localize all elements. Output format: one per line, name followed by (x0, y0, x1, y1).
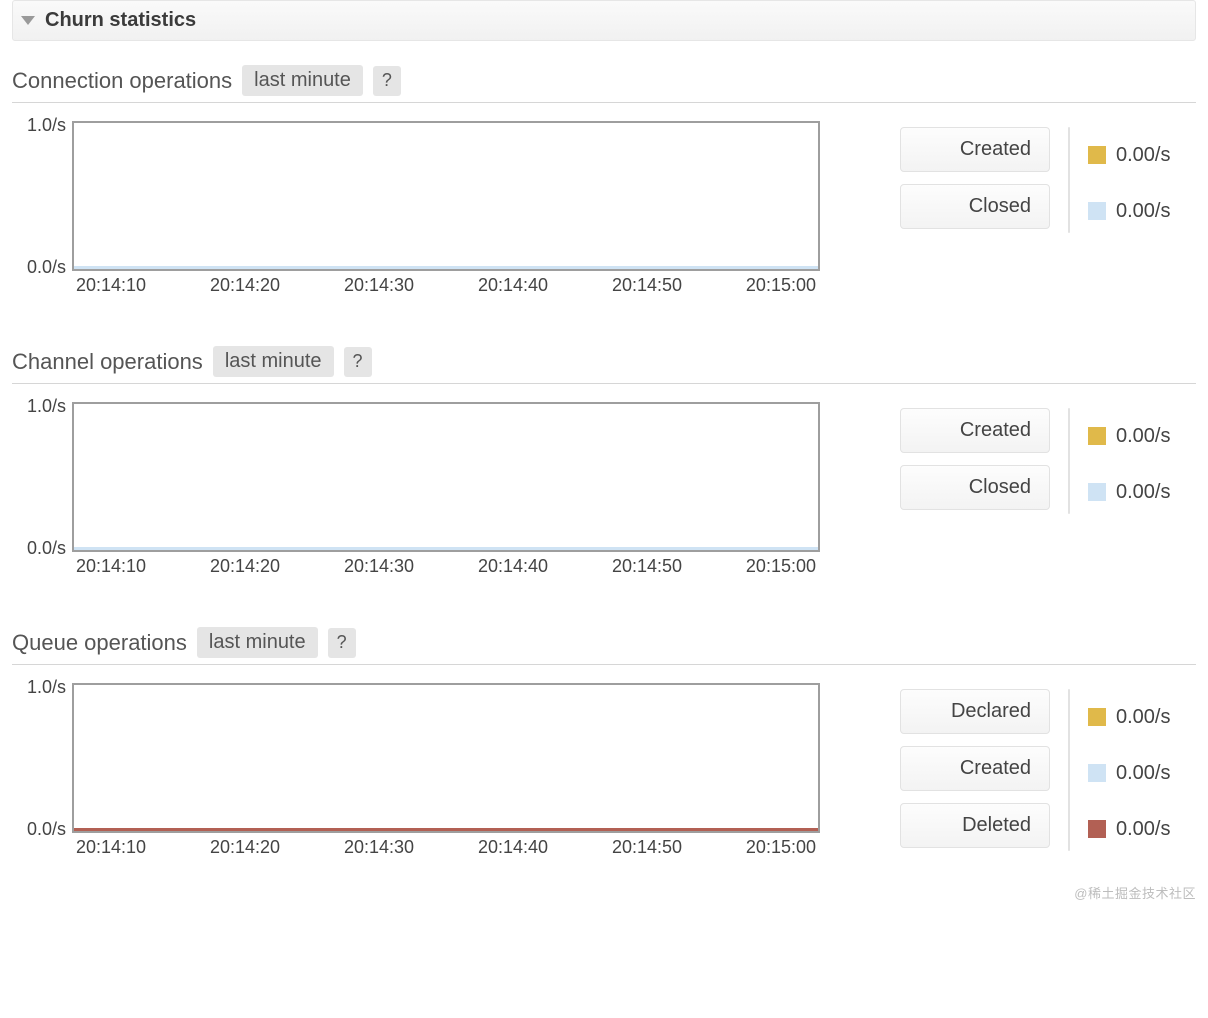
legend-value: 0.00/s (1116, 481, 1196, 504)
chart-baseline (74, 547, 818, 550)
x-tick: 20:15:00 (746, 837, 816, 858)
chart-plot-area (72, 121, 820, 271)
x-tick: 20:15:00 (746, 275, 816, 296)
x-tick: 20:14:40 (478, 556, 548, 577)
legend-value: 0.00/s (1116, 144, 1196, 167)
y-axis-max: 1.0/s (27, 677, 66, 698)
chart-plot-area (72, 683, 820, 833)
section-toggle-churn-statistics[interactable]: Churn statistics (12, 0, 1196, 41)
channel-ops-chart: 1.0/s 0.0/s 20:14:10 20:14:20 20:14:30 2… (72, 402, 820, 577)
x-tick: 20:14:10 (76, 837, 146, 858)
legend-series-created[interactable]: Created (900, 408, 1050, 453)
legend-value: 0.00/s (1116, 762, 1196, 785)
chart-baseline (74, 266, 818, 269)
legend-value: 0.00/s (1116, 706, 1196, 729)
legend-series-created[interactable]: Created (900, 127, 1050, 172)
x-axis-ticks: 20:14:10 20:14:20 20:14:30 20:14:40 20:1… (72, 837, 820, 858)
color-swatch (1088, 427, 1106, 445)
legend-value: 0.00/s (1116, 818, 1196, 841)
x-tick: 20:14:40 (478, 275, 548, 296)
chart-plot-area (72, 402, 820, 552)
watermark: @稀土掘金技术社区 (1074, 883, 1196, 902)
legend-value-row: 0.00/s (1088, 414, 1196, 458)
y-axis-max: 1.0/s (27, 396, 66, 417)
legend-value-row: 0.00/s (1088, 189, 1196, 233)
channel-ops-help-button[interactable]: ? (344, 347, 372, 377)
legend-series-closed[interactable]: Closed (900, 465, 1050, 510)
legend-divider (1068, 689, 1070, 851)
y-axis-min: 0.0/s (27, 819, 66, 840)
legend-value-row: 0.00/s (1088, 751, 1196, 795)
legend-value-row: 0.00/s (1088, 133, 1196, 177)
queue-ops-legend: Declared Created Deleted 0.00/s 0.00/s 0… (900, 683, 1196, 851)
connection-ops-block: 1.0/s 0.0/s 20:14:10 20:14:20 20:14:30 2… (12, 121, 1196, 296)
x-tick: 20:14:30 (344, 556, 414, 577)
queue-ops-title: Queue operations (12, 630, 187, 656)
connection-ops-legend: Created Closed 0.00/s 0.00/s (900, 121, 1196, 233)
y-axis-max: 1.0/s (27, 115, 66, 136)
x-tick: 20:14:10 (76, 275, 146, 296)
queue-ops-help-button[interactable]: ? (328, 628, 356, 658)
legend-series-created[interactable]: Created (900, 746, 1050, 791)
queue-ops-chart: 1.0/s 0.0/s 20:14:10 20:14:20 20:14:30 2… (72, 683, 820, 858)
x-tick: 20:14:10 (76, 556, 146, 577)
x-axis-ticks: 20:14:10 20:14:20 20:14:30 20:14:40 20:1… (72, 556, 820, 577)
color-swatch (1088, 764, 1106, 782)
legend-value-row: 0.00/s (1088, 470, 1196, 514)
channel-ops-block: 1.0/s 0.0/s 20:14:10 20:14:20 20:14:30 2… (12, 402, 1196, 577)
color-swatch (1088, 202, 1106, 220)
x-tick: 20:14:20 (210, 556, 280, 577)
chevron-down-icon (21, 16, 35, 25)
x-tick: 20:14:50 (612, 837, 682, 858)
channel-ops-title: Channel operations (12, 349, 203, 375)
chart-baseline (74, 828, 818, 831)
y-axis-min: 0.0/s (27, 257, 66, 278)
channel-ops-range-selector[interactable]: last minute (213, 346, 334, 377)
x-tick: 20:15:00 (746, 556, 816, 577)
color-swatch (1088, 708, 1106, 726)
queue-ops-range-selector[interactable]: last minute (197, 627, 318, 658)
x-tick: 20:14:20 (210, 275, 280, 296)
connection-ops-range-selector[interactable]: last minute (242, 65, 363, 96)
legend-divider (1068, 127, 1070, 233)
section-title: Churn statistics (45, 9, 196, 32)
connection-ops-header: Connection operations last minute ? (12, 65, 1196, 103)
legend-value-row: 0.00/s (1088, 695, 1196, 739)
channel-ops-legend: Created Closed 0.00/s 0.00/s (900, 402, 1196, 514)
color-swatch (1088, 820, 1106, 838)
legend-divider (1068, 408, 1070, 514)
legend-series-declared[interactable]: Declared (900, 689, 1050, 734)
legend-value-row: 0.00/s (1088, 807, 1196, 851)
legend-value: 0.00/s (1116, 425, 1196, 448)
x-tick: 20:14:40 (478, 837, 548, 858)
channel-ops-header: Channel operations last minute ? (12, 346, 1196, 384)
connection-ops-help-button[interactable]: ? (373, 66, 401, 96)
queue-ops-header: Queue operations last minute ? (12, 627, 1196, 665)
x-tick: 20:14:30 (344, 837, 414, 858)
x-tick: 20:14:30 (344, 275, 414, 296)
legend-value: 0.00/s (1116, 200, 1196, 223)
y-axis-min: 0.0/s (27, 538, 66, 559)
connection-ops-title: Connection operations (12, 68, 232, 94)
color-swatch (1088, 146, 1106, 164)
color-swatch (1088, 483, 1106, 501)
x-tick: 20:14:50 (612, 275, 682, 296)
connection-ops-chart: 1.0/s 0.0/s 20:14:10 20:14:20 20:14:30 2… (72, 121, 820, 296)
legend-series-closed[interactable]: Closed (900, 184, 1050, 229)
legend-series-deleted[interactable]: Deleted (900, 803, 1050, 848)
x-tick: 20:14:50 (612, 556, 682, 577)
queue-ops-block: 1.0/s 0.0/s 20:14:10 20:14:20 20:14:30 2… (12, 683, 1196, 858)
x-axis-ticks: 20:14:10 20:14:20 20:14:30 20:14:40 20:1… (72, 275, 820, 296)
x-tick: 20:14:20 (210, 837, 280, 858)
